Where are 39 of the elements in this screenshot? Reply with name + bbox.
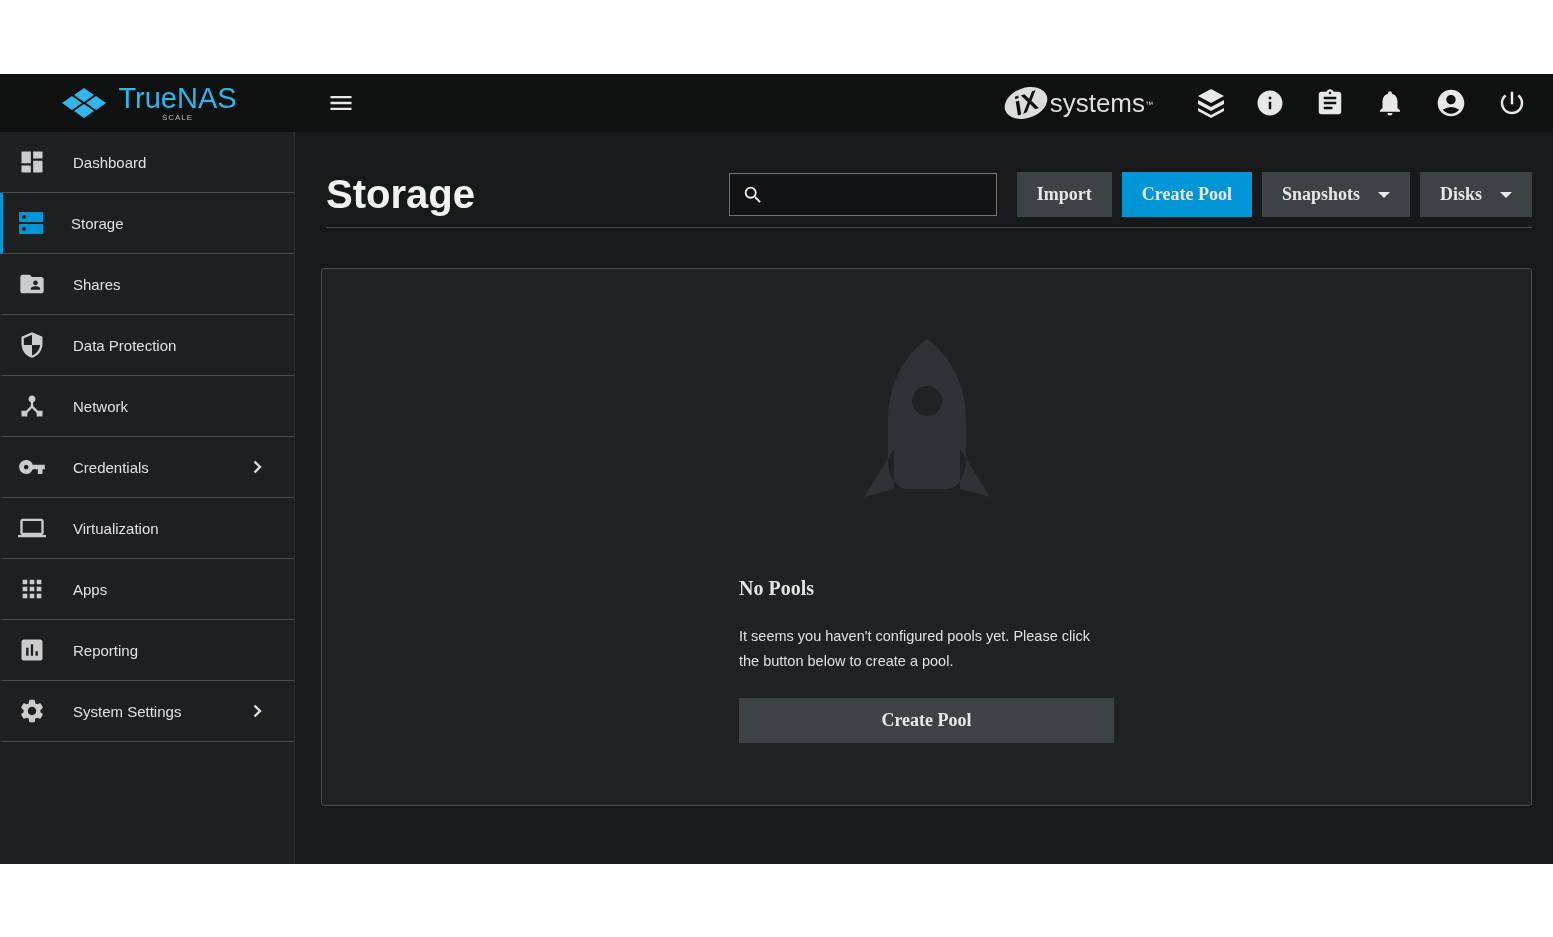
toolbar-button[interactable]: Snapshots <box>1261 172 1410 217</box>
logo-edition: SCALE <box>161 114 194 122</box>
sidebar-label: Shares <box>73 275 122 293</box>
sidebar-label: Dashboard <box>73 153 148 171</box>
caret-icon <box>1500 191 1512 198</box>
sidebar-label: Virtualization <box>73 519 160 537</box>
sidebar-item[interactable]: Apps <box>0 559 294 620</box>
sidebar-item[interactable]: System Settings <box>0 681 294 742</box>
logo-name: TrueNAS <box>118 84 237 113</box>
sidebar-label: System Settings <box>73 702 183 720</box>
page-title: Storage <box>326 172 476 217</box>
toolbar-button[interactable]: Import <box>1016 172 1112 217</box>
storage-icon <box>18 210 44 236</box>
sidebar-label: Reporting <box>73 641 140 659</box>
sidebar-label: Credentials <box>73 458 150 476</box>
info-icon[interactable] <box>1255 88 1285 118</box>
caret-icon <box>1377 191 1390 198</box>
sidebar-item[interactable]: Reporting <box>0 620 294 681</box>
sidebar-label: Storage <box>71 214 125 232</box>
search-field[interactable] <box>728 173 997 216</box>
sidebar-item[interactable]: Credentials <box>0 437 294 498</box>
chevron-icon <box>253 704 262 718</box>
brand-name: systems <box>1049 87 1145 119</box>
chevron-icon <box>253 460 262 474</box>
sidebar-item[interactable]: Dashboard <box>0 132 294 193</box>
sidebar-item[interactable]: Virtualization <box>0 498 294 559</box>
sidebar-label: Network <box>73 397 129 415</box>
create-pool-button[interactable]: Create Pool <box>739 698 1114 743</box>
sidebar-label: Apps <box>73 580 109 598</box>
toolbar-button[interactable]: Disks <box>1419 172 1532 217</box>
empty-title: No Pools <box>739 577 815 600</box>
trademark-sign: ™ <box>1145 99 1153 109</box>
sidebar-label: Data Protection <box>73 336 178 354</box>
sidebar-item[interactable]: Data Protection <box>0 315 294 376</box>
account-icon[interactable] <box>1435 87 1467 119</box>
sidebar-item[interactable]: Shares <box>0 254 294 315</box>
empty-message: It seems you haven't configured pools yet. Please click the button below to create a pool. <box>739 627 1091 671</box>
settings-icon <box>18 697 46 725</box>
sidebar-item[interactable]: Network <box>0 376 294 437</box>
